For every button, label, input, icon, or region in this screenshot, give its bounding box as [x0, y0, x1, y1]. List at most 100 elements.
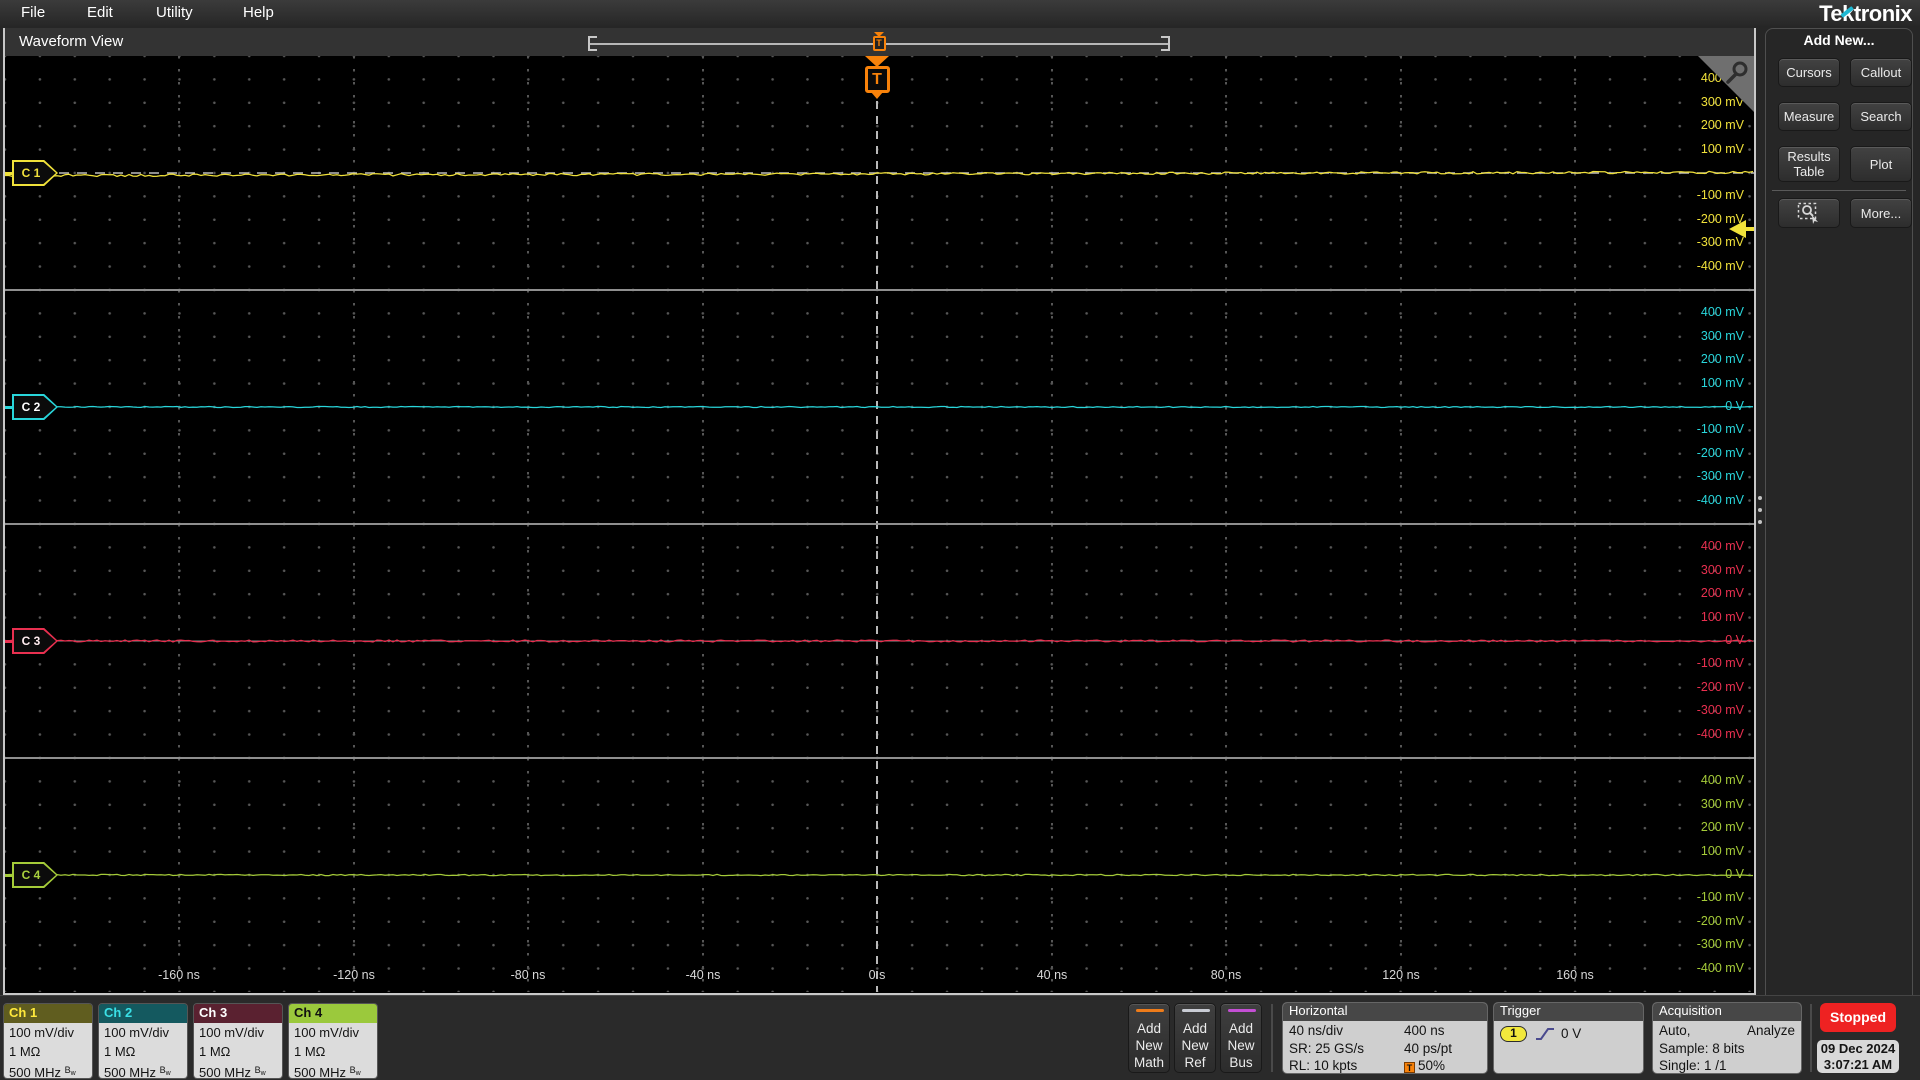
trigger-level-value: 0 V — [1561, 1026, 1582, 1041]
y-axis-label: 300 mV — [1700, 328, 1744, 343]
y-axis-label: 0 V — [1725, 633, 1744, 647]
graticule-area[interactable]: T 400 mV 300 mV 200 mV 100 mV -100 mV -200 mV… — [5, 56, 1754, 993]
horizontal-panel-title: Horizontal — [1283, 1003, 1487, 1021]
x-axis-label: -120 ns — [333, 968, 375, 982]
mini-trigger-t-icon: T — [872, 36, 886, 51]
y-axis-label: 0 V — [1725, 399, 1744, 413]
x-axis-label: 0 s — [868, 968, 886, 982]
x-axis-label: -80 ns — [510, 968, 546, 982]
menu-utility[interactable]: Utility — [156, 4, 193, 21]
ch2-settings-badge[interactable]: Ch 2 100 mV/div 1 MΩ 500 MHz Bw — [98, 1003, 188, 1079]
y-axis-label: -300 mV — [1696, 469, 1744, 484]
y-axis-label: 0 V — [1725, 867, 1744, 881]
trigger-position-mini-marker[interactable]: T — [871, 32, 887, 54]
add-new-bus-button[interactable]: Add New Bus — [1220, 1003, 1262, 1073]
vertical-scale: 100 mV/div — [104, 1025, 170, 1040]
ch1-settings-badge[interactable]: Ch 1 100 mV/div 1 MΩ 500 MHz Bw — [3, 1003, 93, 1079]
y-axis-label: 200 mV — [1700, 820, 1744, 835]
horizontal-window: 400 ns — [1404, 1023, 1445, 1038]
add-new-ref-button[interactable]: Add New Ref — [1174, 1003, 1216, 1073]
color-stripe — [1228, 1009, 1256, 1012]
x-axis-label: 120 ns — [1382, 968, 1420, 982]
y-axis-label: 100 mV — [1700, 609, 1744, 624]
y-axis-label: 400 mV — [1700, 539, 1744, 554]
y-axis-label: -200 mV — [1696, 913, 1744, 928]
separator — [1810, 1004, 1812, 1072]
trigger-position-marker[interactable]: T — [862, 56, 892, 99]
add-new-group: Add New... Cursors Callout Measure Searc… — [1765, 28, 1913, 1074]
channel-badge-c2[interactable]: C 2 — [12, 394, 58, 420]
acquisition-analyze: Analyze — [1746, 1023, 1795, 1038]
time-label: 3:07:21 AM — [1823, 1057, 1893, 1072]
trigger-level-arrow[interactable] — [1726, 220, 1754, 238]
channel-edge-tick — [5, 874, 12, 877]
date-label: 09 Dec 2024 — [1820, 1041, 1896, 1056]
menu-file[interactable]: File — [21, 4, 45, 21]
channel-name: Ch 4 — [289, 1004, 377, 1023]
horizontal-panel[interactable]: Horizontal 40 ns/div 400 ns SR: 25 GS/s 40… — [1282, 1002, 1488, 1074]
waveform-view-panel: Waveform View T T 400 m — [3, 28, 1756, 995]
y-axis-label: 200 mV — [1700, 352, 1744, 367]
channel-name: Ch 3 — [194, 1004, 282, 1023]
acquisition-panel[interactable]: Acquisition Auto, Analyze Sample: 8 bits … — [1652, 1002, 1802, 1074]
menu-help[interactable]: Help — [243, 4, 274, 21]
vertical-scale: 100 mV/div — [199, 1025, 265, 1040]
y-axis-label: -100 mV — [1696, 188, 1744, 203]
y-axis-label: 100 mV — [1700, 375, 1744, 390]
zoom-select-icon — [1797, 202, 1818, 224]
cursors-button[interactable]: Cursors — [1778, 58, 1840, 87]
y-axis-label: -400 mV — [1696, 726, 1744, 741]
run-stop-status-button[interactable]: Stopped — [1820, 1003, 1896, 1032]
acquisition-panel-title: Acquisition — [1653, 1003, 1801, 1021]
horizontal-position-bar[interactable]: T — [588, 32, 1170, 51]
callout-button[interactable]: Callout — [1850, 58, 1912, 87]
input-impedance: 1 MΩ — [104, 1043, 136, 1059]
y-axis-label: 200 mV — [1700, 586, 1744, 601]
rising-edge-icon — [1536, 1028, 1554, 1041]
separator — [1271, 1004, 1273, 1072]
trigger-source-badge: 1 — [1500, 1026, 1527, 1043]
tab-waveform-view[interactable]: Waveform View — [19, 33, 123, 50]
y-axis-label: 300 mV — [1700, 796, 1744, 811]
y-axis-label: -400 mV — [1696, 960, 1744, 975]
add-new-label: Add New Bus — [1227, 1021, 1255, 1070]
panel-splitter-handle[interactable] — [1758, 496, 1764, 530]
y-axis-label: -400 mV — [1696, 492, 1744, 507]
plot-button[interactable]: Plot — [1850, 146, 1912, 182]
acquisition-mode: Auto, — [1659, 1023, 1691, 1038]
x-axis-label: 160 ns — [1556, 968, 1594, 982]
bandwidth-limit-icon: Bw — [254, 1065, 266, 1077]
channel-badge-c4[interactable]: C 4 — [12, 862, 58, 888]
waveform-traces — [5, 170, 1754, 877]
waveform-ch3 — [5, 639, 1754, 643]
bandwidth: 500 MHz Bw — [9, 1065, 76, 1079]
y-axis-label: -100 mV — [1696, 890, 1744, 905]
channel-badge-c1[interactable]: C 1 — [12, 160, 58, 186]
y-axis-label: 400 mV — [1700, 773, 1744, 788]
channel-edge-tick — [5, 172, 12, 175]
magnifier-icon — [1726, 61, 1748, 84]
trigger-panel[interactable]: Trigger 1 0 V — [1493, 1002, 1644, 1074]
ch4-settings-badge[interactable]: Ch 4 100 mV/div 1 MΩ 500 MHz Bw — [288, 1003, 378, 1079]
input-impedance: 1 MΩ — [294, 1043, 326, 1059]
zoom-select-button[interactable] — [1778, 198, 1840, 228]
waveform-ch1 — [5, 170, 1754, 178]
bandwidth-limit-icon: Bw — [64, 1065, 76, 1077]
x-axis-label: 40 ns — [1036, 968, 1068, 982]
sidebar-divider — [1772, 190, 1906, 191]
add-new-math-button[interactable]: Add New Math — [1128, 1003, 1170, 1073]
trigger-arrow-small-icon — [871, 92, 883, 99]
search-button[interactable]: Search — [1850, 102, 1912, 131]
channel-badge-c3[interactable]: C 3 — [12, 628, 58, 654]
measure-button[interactable]: Measure — [1778, 102, 1840, 131]
input-impedance: 1 MΩ — [9, 1043, 41, 1059]
y-axis-label: -200 mV — [1696, 679, 1744, 694]
results-table-button[interactable]: Results Table — [1778, 146, 1840, 182]
channel-edge-tick — [5, 640, 12, 643]
settings-bar: Ch 1 100 mV/div 1 MΩ 500 MHz Bw Ch 2 100 mV/d… — [0, 995, 1920, 1080]
ch3-settings-badge[interactable]: Ch 3 100 mV/div 1 MΩ 500 MHz Bw — [193, 1003, 283, 1079]
waveform-ch4 — [5, 873, 1753, 877]
more-button[interactable]: More... — [1850, 198, 1912, 228]
menu-edit[interactable]: Edit — [87, 4, 113, 21]
sidebar: Add New... Cursors Callout Measure Searc… — [1756, 27, 1920, 1080]
